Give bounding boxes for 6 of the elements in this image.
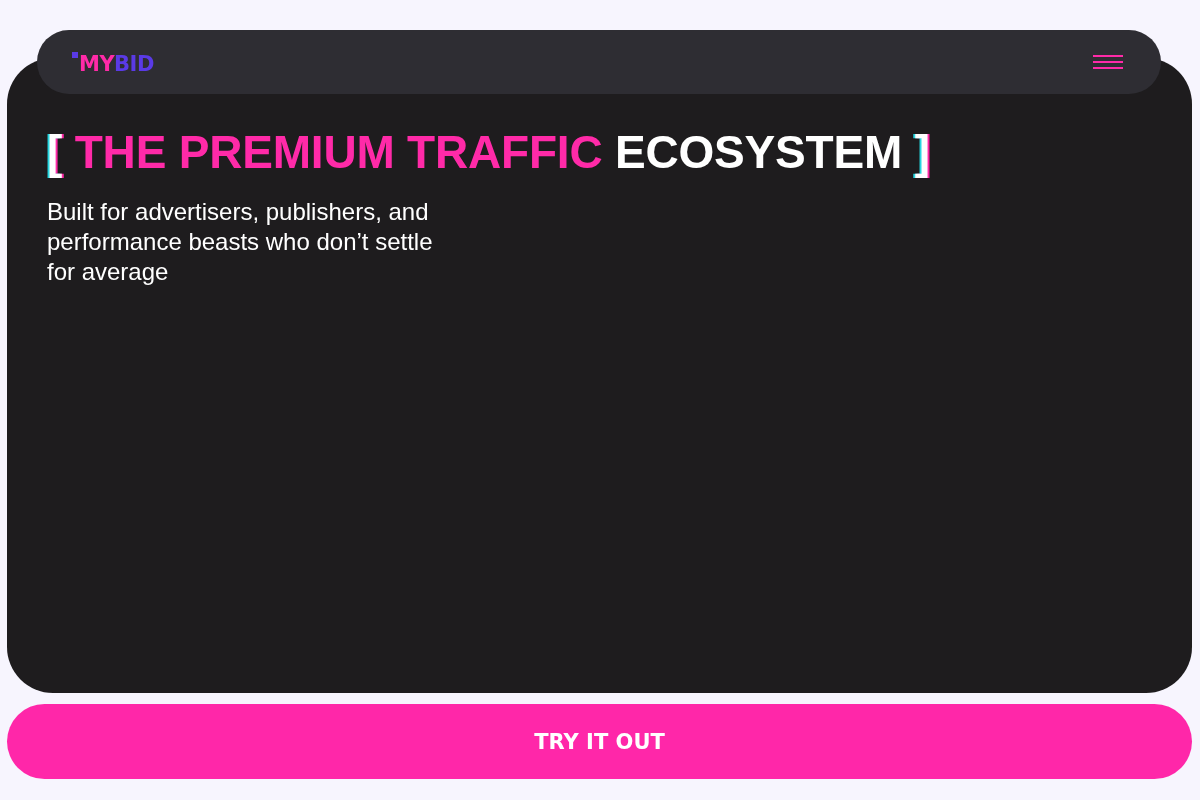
try-it-out-button[interactable]: TRY IT OUT [7,704,1192,779]
square-icon [72,52,78,58]
menu-icon[interactable] [1093,55,1123,69]
logo[interactable]: MYBID [72,52,154,72]
hero-heading: [ THE PREMIUM TRAFFIC ECOSYSTEM ] [47,125,930,180]
hero-subtitle: Built for advertisers, publishers, and performance beasts who don’t settle for average [47,197,434,287]
